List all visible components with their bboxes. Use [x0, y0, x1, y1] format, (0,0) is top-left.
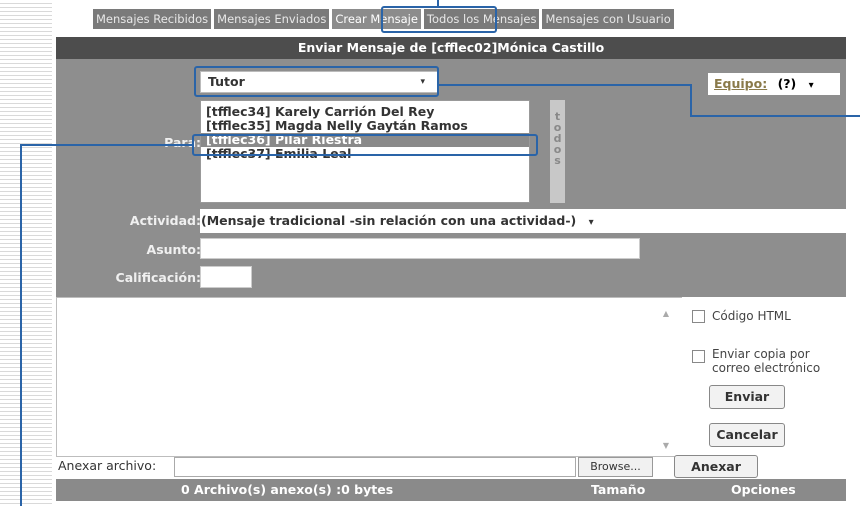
enviar-copia-label-1: Enviar copia por [712, 347, 810, 361]
enviar-copia-label-2: correo electrónico [712, 361, 821, 375]
scroll-down-icon[interactable]: ▼ [663, 441, 669, 450]
tab-mensajes-enviados[interactable]: Mensajes Enviados [214, 9, 330, 29]
background-stripes [0, 0, 52, 506]
list-item[interactable]: [tfflec35] Magda Nelly Gaytán Ramos [201, 119, 529, 133]
equipo-select[interactable]: Equipo: (?) ▾ [708, 73, 840, 95]
page-title: Enviar Mensaje de [cfflec02]Mónica Casti… [56, 37, 846, 59]
browse-button[interactable]: Browse... [578, 457, 653, 477]
opciones-column: Opciones [731, 482, 796, 497]
callout-line-recipient-down [20, 144, 22, 506]
compose-panel: Enviar Mensaje de [cfflec02]Mónica Casti… [56, 37, 846, 506]
calificacion-label: Calificación: [115, 270, 201, 285]
anexar-button[interactable]: Anexar [674, 455, 758, 478]
cancelar-button[interactable]: Cancelar [709, 423, 785, 447]
callout-line-role-right [690, 115, 860, 117]
highlight-selected-recipient [192, 134, 538, 156]
anexar-archivo-label: Anexar archivo: [58, 458, 157, 473]
enviar-button[interactable]: Enviar [709, 385, 785, 409]
codigo-html-checkbox[interactable] [692, 310, 705, 323]
enviar-copia-checkbox[interactable] [692, 350, 705, 363]
attachments-count: 0 Archivo(s) anexo(s) :0 bytes [181, 482, 394, 497]
file-path-input[interactable] [174, 457, 576, 477]
todos-label: todos [551, 110, 564, 165]
codigo-html-label: Código HTML [712, 309, 791, 323]
actividad-value: (Mensaje tradicional -sin relación con u… [201, 213, 577, 228]
asunto-label: Asunto: [146, 242, 201, 257]
calificacion-input[interactable] [200, 266, 252, 288]
highlight-role-select [194, 66, 439, 97]
equipo-link[interactable]: Equipo: [714, 76, 767, 91]
tab-mensajes-recibidos[interactable]: Mensajes Recibidos [93, 9, 212, 29]
callout-line-tab [437, 0, 439, 7]
list-item[interactable]: [tfflec34] Karely Carrión Del Rey [201, 105, 529, 119]
chevron-down-icon: ▾ [588, 217, 594, 228]
callout-line-recipient [20, 144, 193, 146]
equipo-value: (?) [777, 76, 797, 91]
callout-line-role-down [690, 84, 692, 117]
message-options: Código HTML Enviar copia por correo elec… [682, 297, 846, 457]
asunto-input[interactable] [200, 238, 640, 259]
chevron-down-icon: ▾ [808, 80, 814, 91]
tamano-column: Tamaño [591, 482, 646, 497]
highlight-crear-mensaje [381, 6, 497, 33]
actividad-label: Actividad: [129, 213, 201, 228]
tab-mensajes-con-usuario[interactable]: Mensajes con Usuario [542, 9, 674, 29]
attachments-header: 0 Archivo(s) anexo(s) :0 bytes Tamaño Op… [56, 479, 846, 501]
callout-line-role [439, 84, 692, 86]
scroll-up-icon[interactable]: ▲ [663, 309, 669, 318]
actividad-select[interactable]: (Mensaje tradicional -sin relación con u… [201, 213, 594, 228]
todos-button[interactable]: todos [550, 100, 565, 203]
